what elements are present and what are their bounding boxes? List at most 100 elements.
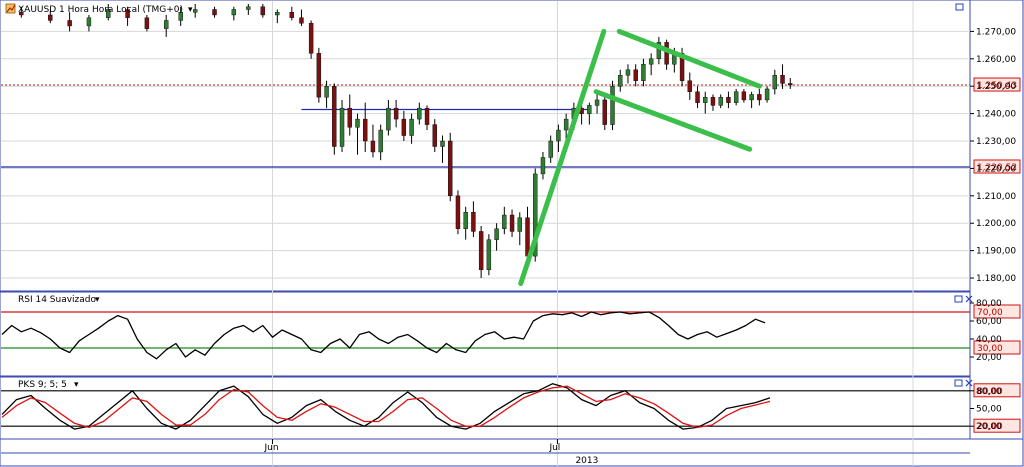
candle-body [471,212,476,232]
candle-body [378,129,383,153]
price-tick-label: 1.270,00 [976,27,1016,37]
rsi-pane-menu-caret[interactable]: ▾ [95,295,100,305]
time-tick-label: Jul [548,443,560,453]
close-icon[interactable] [965,379,973,387]
candle-body [687,80,692,92]
candle-body [625,69,631,76]
candle-body [726,96,731,103]
rsi-tick-label: 60,00 [976,317,1002,327]
candle-body [648,58,654,65]
candle-body [540,157,546,175]
candle-body [212,9,217,16]
pks-pane-title: PKS 9; 5; 5 [18,380,67,390]
candle-body [393,107,399,120]
maximize-icon[interactable] [954,295,963,303]
candle-body [370,140,376,153]
pks-pane-header[interactable]: PKS 9; 5; 5 ▾ [18,380,79,390]
candle-body [455,195,461,229]
candle-body [587,105,592,114]
candle-body [594,99,600,106]
rsi-pane-header[interactable]: RSI 14 Suavizado ▾ [18,295,100,305]
price-pane-header[interactable]: XAUUSD 1 Hora Hora Local (TMG+0) ▾ [5,3,193,15]
candle-body [563,118,569,131]
candle-body [695,91,700,103]
candle-body [448,140,453,197]
candle-body [772,75,777,90]
candle-body [324,86,329,98]
price-tick-label: 1.200,00 [976,219,1016,229]
axis-layer: 1.270,00 1.260,00 1.250,00 1.240,00 1.230,00… [1,27,1016,466]
candle-body [432,124,437,147]
chart-canvas: 1.220,521.250,4370,0030,0080,0020,00 1.2… [0,0,1024,467]
price-tick-label: 1.220,00 [976,164,1016,174]
candle-body [788,83,793,86]
candle-body [260,6,266,16]
rsi-tick-label: 40,00 [976,335,1002,345]
candle-body [332,86,337,147]
price-pane-menu-caret[interactable]: ▾ [188,5,193,15]
candle-body [478,231,484,271]
pks-pane-menu-caret[interactable]: ▾ [74,380,79,390]
candle-body [316,53,322,98]
candle-body [633,69,638,81]
candle-body [409,118,414,136]
rsi-layer [1,311,766,360]
candle-body [86,17,92,27]
time-tick-label: Jun [263,443,278,453]
pks-d-series-line [1,385,771,429]
price-tick-label: 1.210,00 [976,192,1016,202]
candle-body [764,88,770,101]
rsi-series-line [1,311,766,360]
pks-pane-frame [0,376,971,440]
close-icon[interactable] [965,295,973,303]
rsi-tick-label: 20,00 [976,353,1002,363]
candle-body [339,107,345,147]
pks-tick-label: 80,00 [976,387,1002,397]
candle-body [417,107,422,120]
candle-body [741,91,747,101]
price-pane-frame [0,0,971,292]
candle-body [749,94,754,101]
candle-body [401,118,407,136]
price-pane-title: XAUUSD 1 Hora Hora Local (TMG+0) [18,5,183,15]
candle-body [733,91,739,103]
candle-body [780,75,785,84]
levels-layer: 1.220,521.250,4370,0030,0080,0020,00 [1,77,1021,433]
price-tick-label: 1.230,00 [976,137,1016,147]
candle-body [164,20,169,29]
pks-tick-label: 20,00 [976,422,1002,432]
pks-tick-label: 50,00 [976,405,1002,415]
candle-body [386,107,391,131]
candle-body [355,118,360,128]
candle-body [494,228,499,240]
candle-body [602,99,607,125]
candle-body [517,217,522,232]
candle-body [463,212,468,229]
price-tick-label: 1.240,00 [976,110,1016,120]
candle-body [486,239,492,271]
trendlines-layer[interactable] [518,28,762,287]
maximize-icon[interactable] [955,3,964,11]
trendline[interactable] [518,28,607,287]
candle-body [703,96,708,103]
candle-body [299,17,304,24]
candle-body [308,22,314,54]
price-tick-label: 1.190,00 [976,247,1016,257]
candle-body [618,75,623,87]
candle-body [275,12,280,16]
candle-body [525,217,530,257]
candle-body [48,14,53,21]
candle-body [502,214,507,229]
candle-body [548,140,553,158]
price-tick-label: 1.180,00 [976,274,1016,284]
candle-body [363,118,368,142]
maximize-icon[interactable] [954,379,963,387]
candle-body [67,20,72,27]
rsi-tick-label: 80,00 [976,299,1002,309]
candle-body [347,107,352,128]
rsi-pane-title: RSI 14 Suavizado [18,295,97,305]
price-tick-label: 1.250,00 [976,82,1016,92]
candle-body [289,12,294,18]
candle-body [144,17,150,29]
candle-body [509,214,515,232]
